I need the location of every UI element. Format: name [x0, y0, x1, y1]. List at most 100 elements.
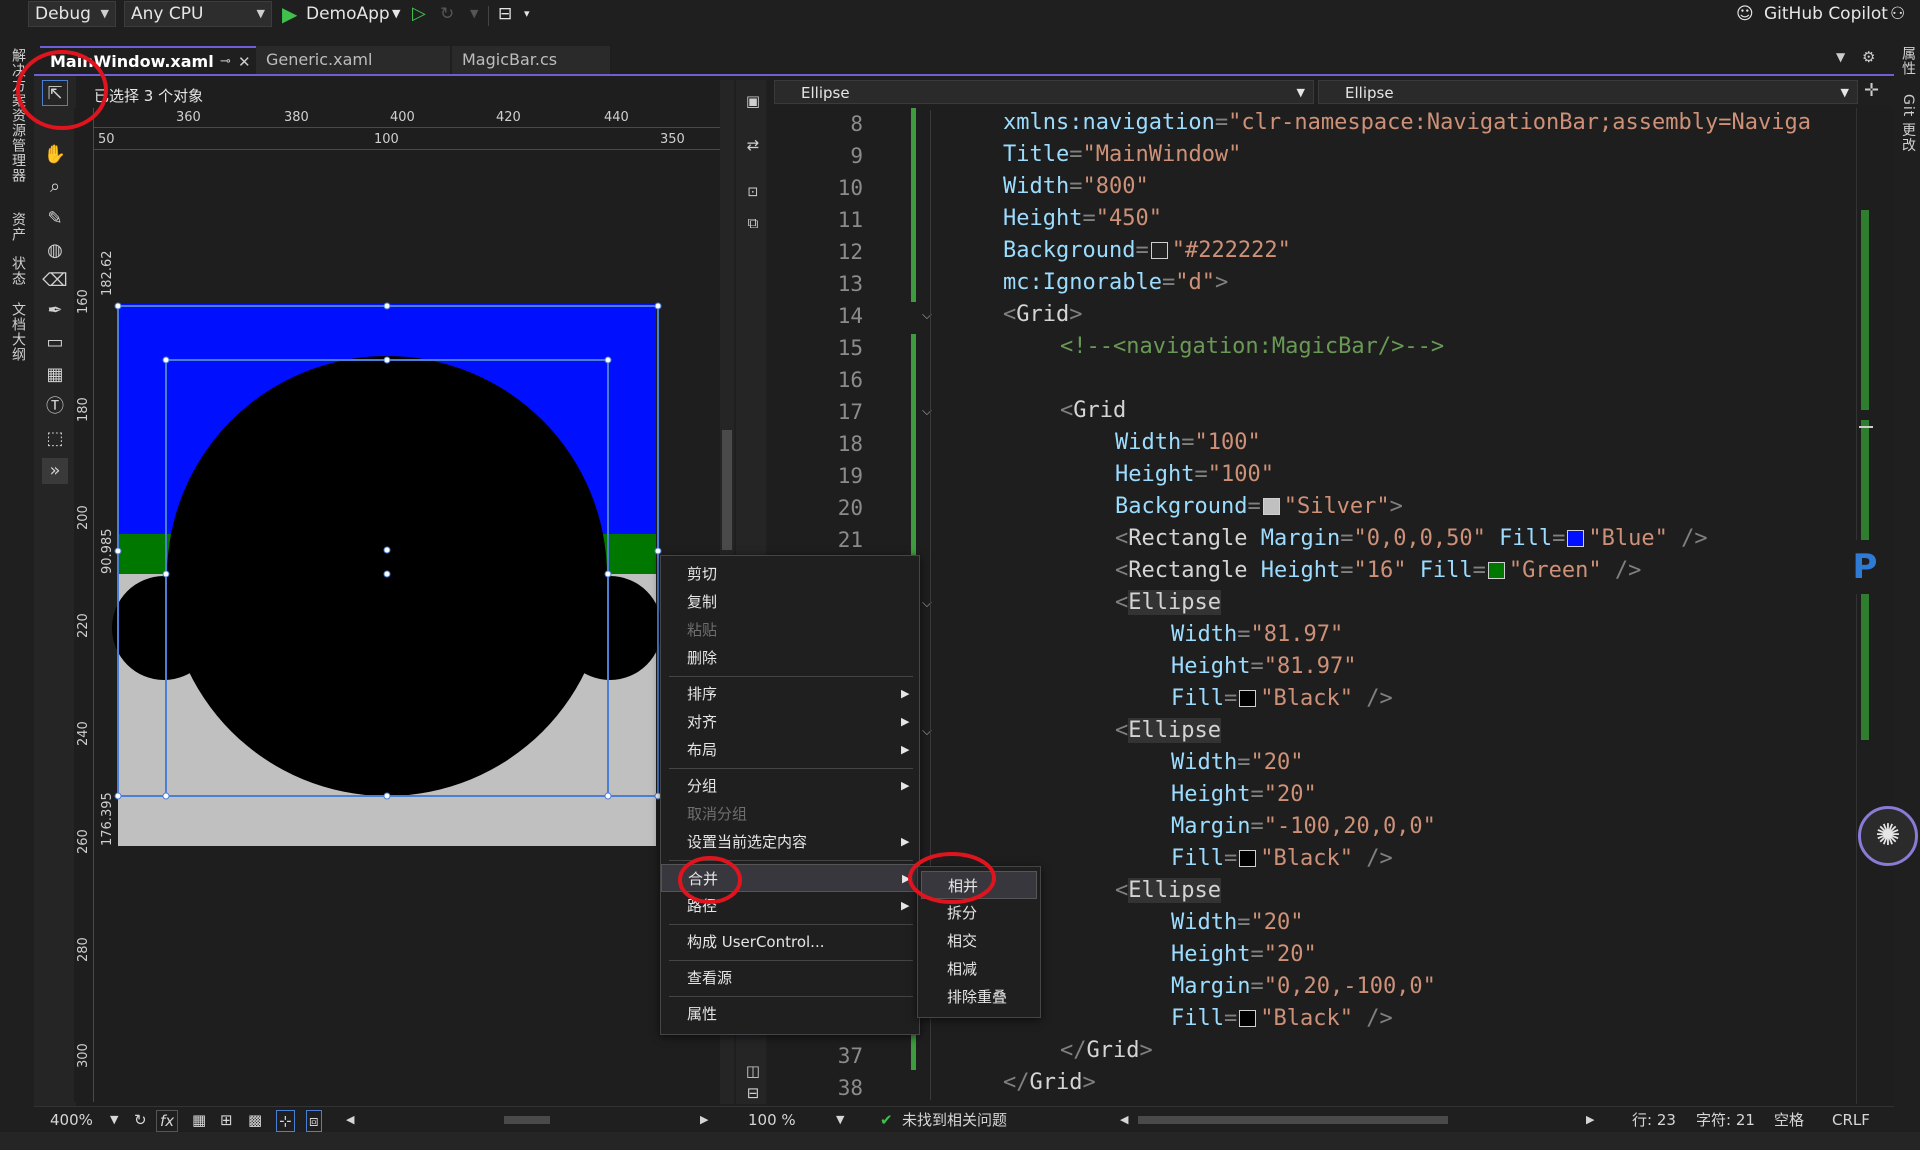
effects-icon[interactable]: fx [156, 1110, 179, 1132]
line-indicator[interactable]: 行: 23 [1632, 1110, 1676, 1130]
start-without-debug-icon[interactable]: ▷ [412, 2, 426, 26]
tab-list-dropdown-icon[interactable]: ▼ [1836, 50, 1845, 64]
copilot-icon[interactable]: ☺ [1736, 2, 1754, 26]
eol-indicator[interactable]: CRLF [1832, 1110, 1870, 1130]
editor-zoom-dropdown[interactable]: 100 % [748, 1110, 796, 1130]
chevron-down-icon[interactable]: ▼ [836, 1110, 844, 1130]
project-code-icon[interactable]: ⧈ [306, 1110, 322, 1132]
extension-p-icon[interactable]: P [1842, 540, 1888, 594]
close-icon[interactable]: ✕ [238, 48, 251, 76]
artboard-background-icon[interactable]: ▩ [248, 1110, 262, 1130]
eraser-tool-icon[interactable]: ⌫ [42, 268, 68, 294]
design-artboard[interactable] [110, 290, 670, 850]
scroll-left-icon[interactable]: ◀ [346, 1110, 354, 1130]
select-tool-icon[interactable]: ⇱ [42, 80, 68, 106]
solution-explorer-tab[interactable]: 解决方案资源管理器 [8, 48, 28, 183]
start-debug-icon[interactable]: ▶ [282, 2, 297, 26]
snap-grid-icon[interactable]: ⊞ [220, 1110, 233, 1130]
submenu-item-divide[interactable]: 拆分 [921, 899, 1037, 927]
chevron-down-icon[interactable]: ▼ [392, 2, 400, 26]
menu-item-copy[interactable]: 复制 [661, 588, 919, 616]
menu-item-align[interactable]: 对齐 ▶ [661, 708, 919, 736]
menu-item-ungroup[interactable]: 取消分组 [661, 800, 919, 828]
states-tab[interactable]: 状态 [8, 256, 28, 286]
color-swatch[interactable] [1239, 1010, 1257, 1027]
window-layout-icon[interactable]: ⊟ [498, 2, 512, 26]
account-icon[interactable]: ⚇ [1890, 2, 1905, 26]
split-editor-icon[interactable]: ✛ [1864, 80, 1879, 101]
properties-tab[interactable]: 属性 [1898, 46, 1918, 76]
rectangle-tool-icon[interactable]: ▭ [42, 330, 68, 356]
designer-zoom-dropdown[interactable]: 400% [50, 1110, 93, 1130]
menu-item-group[interactable]: 分组 ▶ [661, 772, 919, 800]
color-swatch[interactable] [1567, 530, 1585, 547]
chevron-down-icon[interactable]: ▼ [470, 2, 478, 26]
editor-vertical-scrollbar[interactable] [1856, 108, 1874, 1104]
color-swatch[interactable] [1262, 498, 1280, 515]
submenu-item-subtract[interactable]: 相减 [921, 955, 1037, 983]
design-view-icon[interactable]: ▣ [740, 88, 766, 114]
grid-view-icon[interactable]: ▦ [192, 1110, 206, 1130]
issues-status[interactable]: 未找到相关问题 [902, 1110, 1007, 1130]
pan-tool-icon[interactable]: ✋ [42, 142, 68, 168]
type-dropdown[interactable]: Ellipse ▼ [774, 80, 1314, 104]
designer-hscroll-thumb[interactable] [504, 1116, 550, 1124]
grid-tool-icon[interactable]: ▦ [42, 362, 68, 388]
submenu-item-exclude-overlap[interactable]: 排除重叠 [921, 983, 1037, 1011]
popout-icon[interactable]: ⧉ [740, 210, 766, 236]
submenu-item-intersect[interactable]: 相交 [921, 927, 1037, 955]
refresh-icon[interactable]: ↻ [134, 1110, 147, 1130]
horizontal-split-icon[interactable]: ⊟ [740, 1080, 766, 1106]
run-target-button[interactable]: DemoApp [306, 2, 390, 26]
hot-reload-icon[interactable]: ↻ [440, 2, 454, 26]
char-indicator[interactable]: 字符: 21 [1696, 1110, 1755, 1130]
copilot-button[interactable]: GitHub Copilot [1764, 2, 1888, 26]
collapse-pane-icon[interactable]: ⊡ [740, 180, 766, 206]
copilot-float-icon[interactable]: ✺ [1858, 806, 1918, 866]
pin-icon[interactable]: ⊸ [220, 48, 231, 76]
tab-mainwindow-xaml[interactable]: MainWindow.xaml ⊸ ✕ [40, 46, 256, 74]
menu-item-delete[interactable]: 删除 [661, 644, 919, 672]
menu-item-view-source[interactable]: 查看源 [661, 964, 919, 992]
scrollbar-thumb[interactable] [722, 430, 732, 550]
more-tools-icon[interactable]: » [42, 458, 68, 484]
git-changes-tab[interactable]: Git 更改 [1898, 94, 1918, 153]
menu-item-layout[interactable]: 布局 ▶ [661, 736, 919, 764]
menu-item-combine[interactable]: 合并 ▶ [661, 864, 919, 892]
scroll-right-icon[interactable]: ▶ [1586, 1110, 1594, 1130]
platform-dropdown[interactable]: Any CPU ▼ [124, 1, 272, 27]
menu-item-properties[interactable]: 属性 [661, 1000, 919, 1028]
text-tool-icon[interactable]: Ⓣ [42, 394, 68, 420]
scroll-right-icon[interactable]: ▶ [700, 1110, 708, 1130]
eyedropper-tool-icon[interactable]: ✎ [42, 206, 68, 232]
chevron-down-icon[interactable]: ▾ [524, 2, 530, 26]
chevron-down-icon[interactable]: ▼ [110, 1110, 118, 1130]
assets-tab[interactable]: 资产 [8, 212, 28, 242]
menu-item-order[interactable]: 排序 ▶ [661, 680, 919, 708]
paint-bucket-icon[interactable]: ◍ [42, 238, 68, 264]
menu-item-path[interactable]: 路径 ▶ [661, 892, 919, 920]
tab-generic-xaml[interactable]: Generic.xaml [256, 46, 450, 74]
menu-item-set-selection[interactable]: 设置当前选定内容 ▶ [661, 828, 919, 856]
zoom-tool-icon[interactable]: ⌕ [42, 174, 68, 200]
menu-item-paste[interactable]: 粘贴 [661, 616, 919, 644]
submenu-item-unite[interactable]: 相并 [921, 871, 1037, 899]
color-swatch[interactable] [1239, 690, 1257, 707]
whitespace-indicator[interactable]: 空格 [1774, 1110, 1804, 1130]
configuration-dropdown[interactable]: Debug ▼ [28, 1, 116, 27]
swap-panes-icon[interactable]: ⇄ [740, 132, 766, 158]
color-swatch[interactable] [1150, 242, 1168, 259]
member-dropdown[interactable]: Ellipse ▼ [1318, 80, 1858, 104]
menu-item-cut[interactable]: 剪切 [661, 560, 919, 588]
color-swatch[interactable] [1487, 562, 1505, 579]
control-tool-icon[interactable]: ⬚ [42, 426, 68, 452]
document-outline-tab[interactable]: 文档大纲 [8, 302, 28, 362]
menu-item-make-usercontrol[interactable]: 构成 UserControl... [661, 928, 919, 956]
pen-tool-icon[interactable]: ✒ [42, 298, 68, 324]
tab-magicbar-cs[interactable]: MagicBar.cs [452, 46, 610, 74]
editor-hscroll-thumb[interactable] [1138, 1116, 1448, 1124]
color-swatch[interactable] [1239, 850, 1257, 867]
snap-lines-icon[interactable]: ⊹ [276, 1110, 295, 1132]
gear-icon[interactable]: ⚙ [1862, 48, 1875, 66]
scroll-left-icon[interactable]: ◀ [1120, 1110, 1128, 1130]
